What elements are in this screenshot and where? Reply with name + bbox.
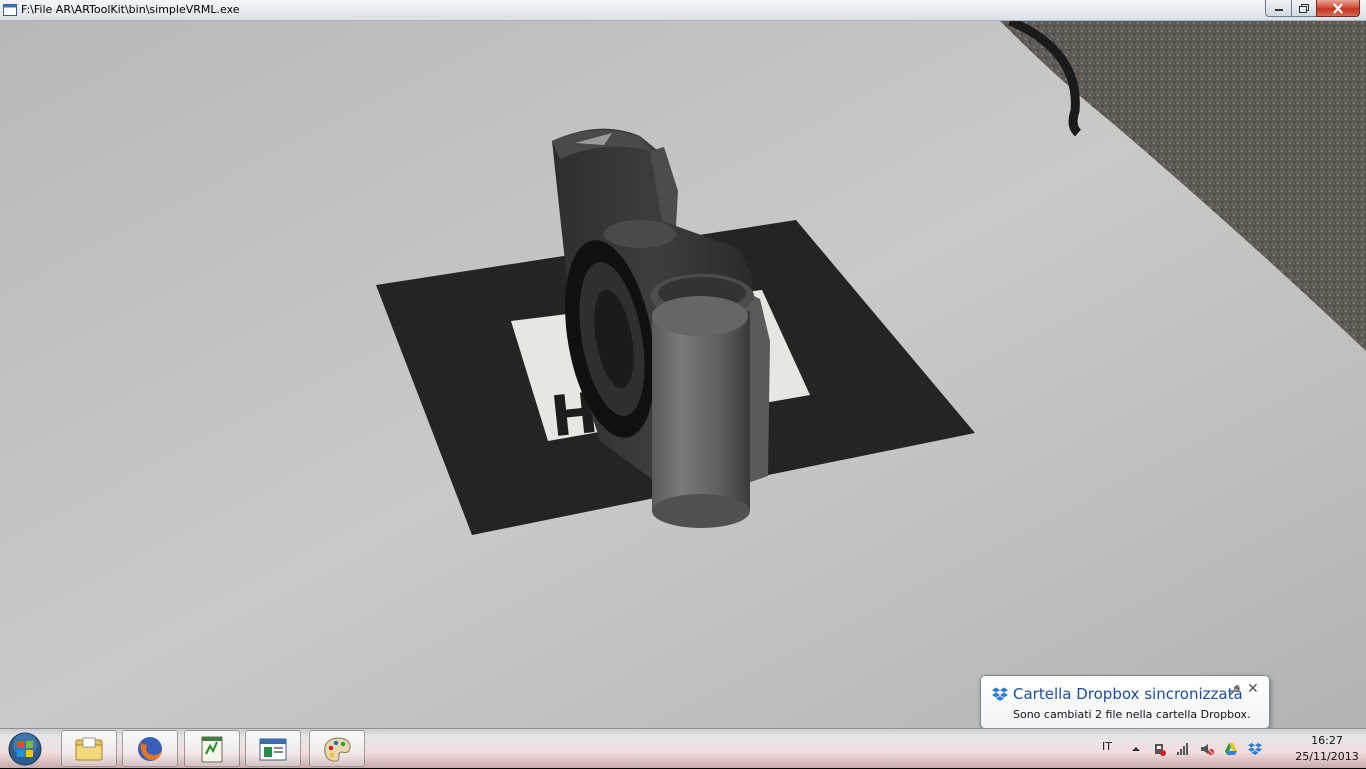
paint-palette-icon (324, 736, 351, 762)
start-button[interactable] (4, 729, 46, 769)
dropbox-notification-balloon[interactable]: Cartella Dropbox sincronizzata Sono camb… (980, 675, 1270, 746)
taskbar-notepad[interactable] (184, 730, 240, 767)
system-tray: IT (1098, 729, 1288, 769)
close-icon (1333, 2, 1343, 14)
language-indicator[interactable]: IT (1102, 740, 1112, 753)
signal-icon[interactable] (1176, 742, 1190, 756)
volume-muted-icon[interactable] (1200, 742, 1214, 756)
notification-message: Sono cambiati 2 file nella cartella Drop… (1013, 708, 1251, 721)
notification-close-icon[interactable]: ✕ (1247, 682, 1259, 696)
close-button[interactable] (1316, 0, 1360, 17)
firefox-icon (138, 736, 162, 761)
taskbar-clock[interactable]: 16:27 25/11/2013 (1288, 733, 1366, 765)
notepad-icon (201, 736, 223, 762)
clock-date: 25/11/2013 (1295, 750, 1359, 763)
ar-camera-view[interactable]: HIRO (0, 21, 1366, 728)
application-icon (3, 4, 17, 16)
wrench-icon[interactable] (1228, 685, 1240, 697)
taskbar-paint[interactable] (309, 730, 365, 767)
taskbar-firefox[interactable] (122, 730, 178, 767)
taskbar-simplevrml[interactable] (245, 730, 301, 767)
maximize-icon (1299, 3, 1309, 13)
window-title-bar[interactable]: F:\File AR\ARToolKit\bin\simpleVRML.exe (0, 0, 1366, 21)
ar-scene-canvas: HIRO (0, 21, 1366, 728)
clock-time: 16:27 (1311, 734, 1343, 747)
window-title: F:\File AR\ARToolKit\bin\simpleVRML.exe (21, 3, 240, 16)
usb-icon[interactable] (1152, 742, 1166, 756)
google-drive-icon[interactable] (1224, 742, 1238, 756)
taskbar: IT 16:27 25/11/2013 (0, 728, 1366, 768)
windows-start-icon (8, 732, 42, 766)
taskbar-explorer[interactable] (61, 730, 117, 767)
show-hidden-icons-icon[interactable] (1129, 742, 1143, 756)
maximize-button[interactable] (1291, 0, 1316, 17)
notification-title: Cartella Dropbox sincronizzata (1013, 685, 1243, 703)
window-app-icon (259, 738, 287, 760)
minimize-icon (1274, 9, 1283, 11)
dropbox-icon[interactable] (1248, 742, 1262, 756)
minimize-button[interactable] (1265, 0, 1291, 17)
folder-icon (75, 737, 103, 760)
dropbox-icon (992, 687, 1008, 701)
